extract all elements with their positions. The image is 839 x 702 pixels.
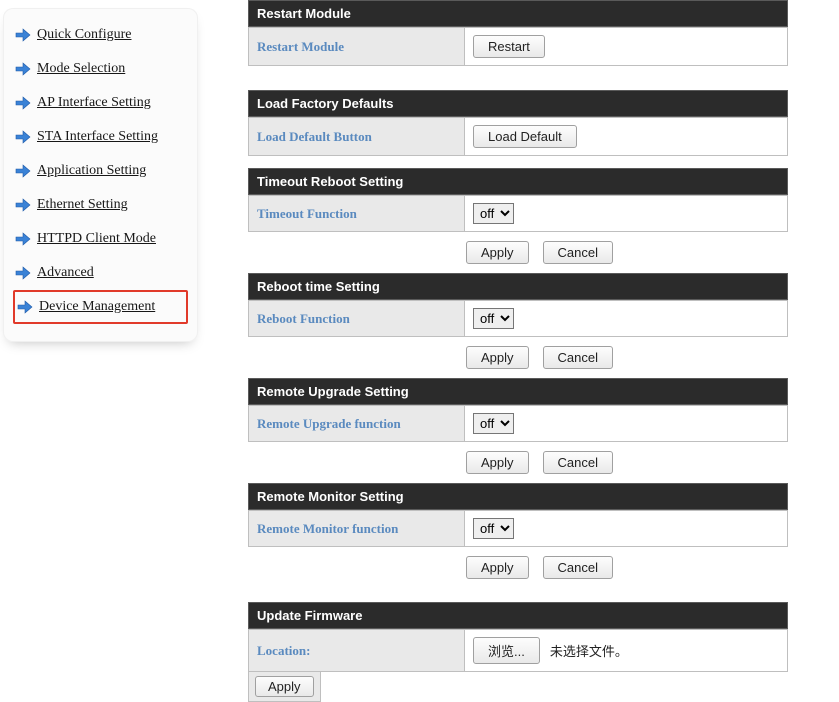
sidebar-item-quick-configure[interactable]: Quick Configure [13, 18, 188, 52]
row-label: Remote Upgrade function [249, 406, 465, 442]
section-timeout-reboot: Timeout Reboot Setting Timeout Function … [248, 168, 788, 273]
remote-upgrade-select[interactable]: off [473, 413, 514, 434]
sidebar-link[interactable]: Mode Selection [37, 61, 125, 77]
apply-button[interactable]: Apply [466, 451, 529, 474]
sidebar-item-application-setting[interactable]: Application Setting [13, 154, 188, 188]
sidebar: Quick Configure Mode Selection AP Interf… [3, 8, 198, 342]
section-title: Timeout Reboot Setting [248, 168, 788, 195]
section-update-firmware: Update Firmware Location: 浏览... 未选择文件。 A… [248, 602, 788, 702]
sidebar-item-advanced[interactable]: Advanced [13, 256, 188, 290]
remote-monitor-select[interactable]: off [473, 518, 514, 539]
sidebar-link[interactable]: HTTPD Client Mode [37, 231, 156, 247]
sidebar-item-httpd-client-mode[interactable]: HTTPD Client Mode [13, 222, 188, 256]
row-label: Location: [249, 630, 465, 672]
cancel-button[interactable]: Cancel [543, 556, 613, 579]
restart-button[interactable]: Restart [473, 35, 545, 58]
arrow-right-icon [15, 96, 31, 110]
section-title: Remote Upgrade Setting [248, 378, 788, 405]
apply-button[interactable]: Apply [466, 241, 529, 264]
cancel-button[interactable]: Cancel [543, 451, 613, 474]
sidebar-item-ethernet-setting[interactable]: Ethernet Setting [13, 188, 188, 222]
browse-button[interactable]: 浏览... [473, 637, 540, 664]
section-load-factory-defaults: Load Factory Defaults Load Default Butto… [248, 90, 788, 156]
section-title: Remote Monitor Setting [248, 483, 788, 510]
sidebar-link[interactable]: Quick Configure [37, 27, 131, 43]
timeout-function-select[interactable]: off [473, 203, 514, 224]
section-reboot-time: Reboot time Setting Reboot Function off … [248, 273, 788, 378]
section-restart-module: Restart Module Restart Module Restart [248, 0, 788, 66]
row-label: Load Default Button [249, 118, 465, 156]
apply-button[interactable]: Apply [466, 556, 529, 579]
arrow-right-icon [15, 28, 31, 42]
sidebar-item-sta-interface[interactable]: STA Interface Setting [13, 120, 188, 154]
sidebar-link[interactable]: STA Interface Setting [37, 129, 158, 145]
arrow-right-icon [15, 198, 31, 212]
arrow-right-icon [17, 300, 33, 314]
arrow-right-icon [15, 232, 31, 246]
section-title: Restart Module [248, 0, 788, 27]
reboot-function-select[interactable]: off [473, 308, 514, 329]
arrow-right-icon [15, 164, 31, 178]
row-label: Restart Module [249, 28, 465, 66]
sidebar-link[interactable]: Application Setting [37, 163, 146, 179]
section-title: Reboot time Setting [248, 273, 788, 300]
arrow-right-icon [15, 130, 31, 144]
sidebar-item-device-management[interactable]: Device Management [13, 290, 188, 324]
sidebar-item-mode-selection[interactable]: Mode Selection [13, 52, 188, 86]
section-remote-upgrade: Remote Upgrade Setting Remote Upgrade fu… [248, 378, 788, 483]
main-content: Restart Module Restart Module Restart Lo… [198, 0, 839, 661]
row-label: Timeout Function [249, 196, 465, 232]
load-default-button[interactable]: Load Default [473, 125, 577, 148]
section-title: Load Factory Defaults [248, 90, 788, 117]
sidebar-item-ap-interface[interactable]: AP Interface Setting [13, 86, 188, 120]
section-remote-monitor: Remote Monitor Setting Remote Monitor fu… [248, 483, 788, 588]
sidebar-link[interactable]: AP Interface Setting [37, 95, 151, 111]
arrow-right-icon [15, 266, 31, 280]
cancel-button[interactable]: Cancel [543, 346, 613, 369]
sidebar-link[interactable]: Ethernet Setting [37, 197, 128, 213]
row-label: Reboot Function [249, 301, 465, 337]
cancel-button[interactable]: Cancel [543, 241, 613, 264]
sidebar-link[interactable]: Device Management [39, 299, 155, 315]
no-file-text: 未选择文件。 [550, 641, 628, 660]
row-label: Remote Monitor function [249, 511, 465, 547]
section-title: Update Firmware [248, 602, 788, 629]
sidebar-link[interactable]: Advanced [37, 265, 94, 281]
apply-button[interactable]: Apply [255, 676, 314, 697]
apply-button[interactable]: Apply [466, 346, 529, 369]
arrow-right-icon [15, 62, 31, 76]
